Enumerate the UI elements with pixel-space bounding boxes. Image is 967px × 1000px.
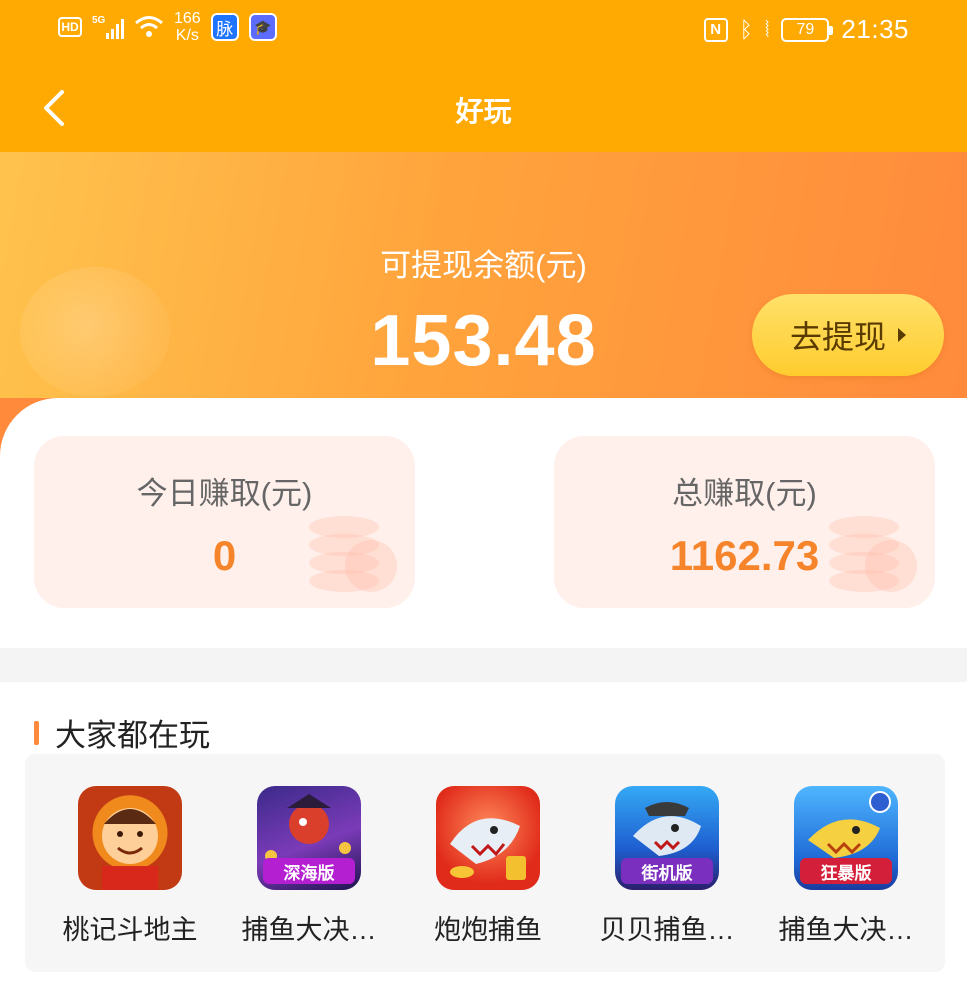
game-name: 捕鱼大决… <box>778 915 914 945</box>
earnings-card: 今日赚取(元) 0 总赚取(元) 1162.73 <box>0 398 967 648</box>
game-name: 炮炮捕鱼 <box>434 915 542 945</box>
game-item[interactable]: 炮炮捕鱼 <box>398 786 578 947</box>
coins-stack-icon <box>829 506 917 596</box>
today-earnings-box: 今日赚取(元) 0 <box>34 436 415 608</box>
status-time: 21:35 <box>841 14 909 44</box>
graduation-cap-icon: 🎓 <box>248 13 277 41</box>
total-earnings-box: 总赚取(元) 1162.73 <box>554 436 935 608</box>
fishing-frenzy-icon: 狂暴版 <box>794 786 898 890</box>
game-edition-tag: 狂暴版 <box>800 858 892 884</box>
caret-right-icon <box>898 328 906 342</box>
game-item[interactable]: 深海版 捕鱼大决… <box>219 786 399 947</box>
balance-label: 可提现余额(元) <box>380 248 587 283</box>
battery-icon: 79 <box>781 17 834 42</box>
network-speed: 166 K/s <box>174 10 201 44</box>
balance-banner: 可提现余额(元) 153.48 去提现 <box>0 152 967 398</box>
status-bar: HD 5G 166 K/s 脉 🎓 N ᛒ ⦚ 79 21:35 <box>0 0 967 66</box>
bluetooth-icon: ᛒ <box>739 16 753 42</box>
game-item[interactable]: 桃记斗地主 <box>40 786 220 947</box>
games-list: 桃记斗地主 深海版 捕鱼大决… 炮炮捕鱼 街机版 贝贝捕鱼… 狂暴版 捕鱼大决… <box>25 754 945 972</box>
coins-stack-icon <box>309 506 397 596</box>
fishing-arcade-icon: 街机版 <box>615 786 719 890</box>
page-title: 好玩 <box>455 96 512 127</box>
game-name: 贝贝捕鱼… <box>599 915 735 945</box>
game-name: 捕鱼大决… <box>241 915 377 945</box>
game-edition-tag: 街机版 <box>621 858 713 884</box>
battery-level: 79 <box>796 20 815 38</box>
section-accent-bar <box>34 720 39 745</box>
game-edition-tag: 深海版 <box>263 858 355 884</box>
hd-icon: HD <box>58 17 82 37</box>
game-name: 桃记斗地主 <box>62 915 198 945</box>
wifi-icon <box>135 16 163 37</box>
game-item[interactable]: 街机版 贝贝捕鱼… <box>577 786 757 947</box>
app-header: 好玩 <box>0 66 967 152</box>
section-title: 大家都在玩 <box>55 718 210 753</box>
landlord-game-icon <box>78 786 182 890</box>
vibrate-icon: ⦚ <box>764 16 770 42</box>
game-item[interactable]: 狂暴版 捕鱼大决… <box>756 786 936 947</box>
network-type: 5G <box>92 15 106 26</box>
cellular-signal-icon: 5G <box>92 15 124 39</box>
app-notification-icon: 脉 <box>210 13 239 41</box>
nfc-icon: N <box>703 17 728 42</box>
fishing-deepsea-icon: 深海版 <box>257 786 361 890</box>
popular-games-section: 大家都在玩 桃记斗地主 深海版 捕鱼大决… 炮炮捕鱼 街机版 贝贝捕鱼… 狂暴版… <box>0 682 967 1000</box>
withdraw-label: 去提现 <box>789 319 886 355</box>
shark-game-icon <box>436 786 540 890</box>
withdraw-button[interactable]: 去提现 <box>752 294 944 376</box>
